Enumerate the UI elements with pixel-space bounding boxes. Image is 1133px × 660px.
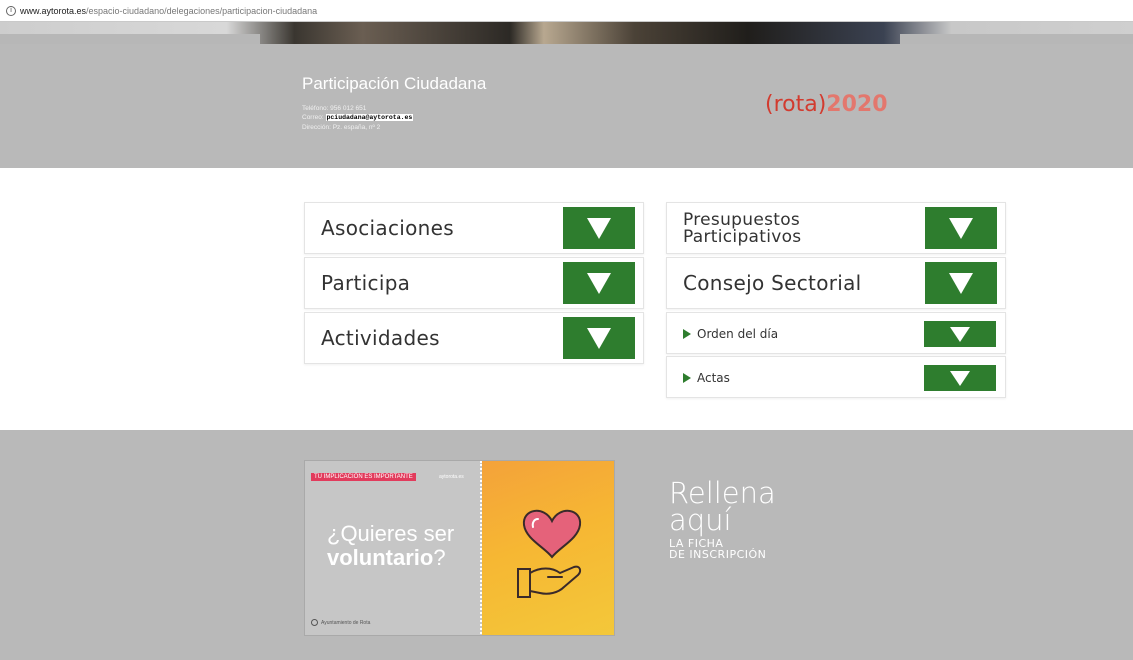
banner-question-mark: ? — [433, 545, 446, 570]
banner-footer: Ayuntamiento de Rota — [311, 619, 370, 626]
photo-shade — [900, 34, 1133, 44]
header-photo — [0, 22, 1133, 44]
accordion-asociaciones[interactable]: Asociaciones — [304, 202, 644, 254]
logo-year-text: 2020 — [826, 92, 888, 117]
sub-item-text: Orden del día — [697, 327, 779, 341]
triangle-down-icon — [949, 272, 973, 294]
triangle-down-icon — [587, 272, 611, 294]
accordion-presupuestos[interactable]: Presupuestos Participativos — [666, 202, 1006, 254]
banner-question-line2: voluntario? — [327, 545, 446, 571]
expand-button[interactable] — [563, 262, 635, 304]
accordion-actividades[interactable]: Actividades — [304, 312, 644, 364]
accordion-consejo-sectorial[interactable]: Consejo Sectorial — [666, 257, 1006, 309]
volunteer-banner[interactable]: TU IMPLICACIÓN ES IMPORTANTE aytorota.es… — [304, 460, 615, 636]
expand-button[interactable] — [924, 321, 996, 347]
expand-button[interactable] — [925, 262, 997, 304]
logo-rota-text: (rota) — [765, 92, 827, 117]
accordion-label: Presupuestos Participativos — [683, 210, 802, 247]
rota-2020-logo: (rota)2020 — [765, 92, 888, 117]
banner-question-word: voluntario — [327, 545, 434, 570]
expand-button[interactable] — [563, 317, 635, 359]
triangle-down-icon — [587, 217, 611, 239]
info-icon[interactable]: i — [6, 5, 16, 16]
accordion-label: Asociaciones — [321, 216, 454, 240]
heart-hand-icon — [517, 510, 582, 598]
banner-tag: TU IMPLICACIÓN ES IMPORTANTE — [311, 473, 416, 481]
ayuntamiento-logo-icon — [311, 619, 318, 626]
triangle-down-icon — [587, 327, 611, 349]
photo-shade — [0, 34, 260, 44]
play-arrow-icon — [683, 373, 691, 383]
play-arrow-icon — [683, 329, 691, 339]
banner-site: aytorota.es — [439, 474, 464, 480]
accordion-label: Actividades — [321, 326, 440, 350]
sub-item-orden-del-dia[interactable]: Orden del día — [666, 312, 1006, 354]
email-label: Correo: — [302, 114, 324, 121]
phone-line: Teléfono: 956 012 651 — [302, 105, 367, 112]
rellena-line2: aquí — [669, 503, 732, 537]
triangle-down-icon — [949, 217, 973, 239]
url-host: www.aytorota.es — [20, 5, 87, 16]
address-bar[interactable]: i www.aytorota.es/espacio-ciudadano/dele… — [0, 0, 1133, 22]
sub-item-actas[interactable]: Actas — [666, 356, 1006, 398]
sub-item-label: Actas — [683, 371, 730, 385]
rellena-line4: DE INSCRIPCIÓN — [669, 548, 767, 561]
email-link[interactable]: pciudadana@aytorota.es — [325, 114, 414, 121]
banner-footer-text: Ayuntamiento de Rota — [321, 619, 371, 626]
department-header: Participación Ciudadana Teléfono: 956 01… — [0, 44, 1133, 168]
accordion-label: Participa — [321, 271, 411, 295]
expand-button[interactable] — [925, 207, 997, 249]
page: i www.aytorota.es/espacio-ciudadano/dele… — [0, 0, 1133, 660]
triangle-down-icon — [950, 326, 970, 342]
sub-item-label: Orden del día — [683, 327, 778, 341]
accordion-participa[interactable]: Participa — [304, 257, 644, 309]
expand-button[interactable] — [563, 207, 635, 249]
expand-button[interactable] — [924, 365, 996, 391]
triangle-down-icon — [950, 370, 970, 386]
rellena-aqui-link[interactable]: Rellena aquí LA FICHA DE INSCRIPCIÓN — [669, 479, 776, 561]
email-line: Correo: pciudadana@aytorota.es — [302, 114, 414, 121]
url-path: /espacio-ciudadano/delegaciones/particip… — [86, 5, 318, 16]
accordion-label: Consejo Sectorial — [683, 271, 862, 295]
banner-left-panel: TU IMPLICACIÓN ES IMPORTANTE aytorota.es… — [305, 461, 480, 635]
address-line: Dirección: Pz. españa, nº 2 — [302, 124, 381, 131]
sub-item-text: Actas — [697, 371, 730, 385]
page-title: Participación Ciudadana — [302, 74, 487, 93]
banner-right-panel — [482, 461, 614, 635]
banner-question-line1: ¿Quieres ser — [327, 521, 455, 546]
